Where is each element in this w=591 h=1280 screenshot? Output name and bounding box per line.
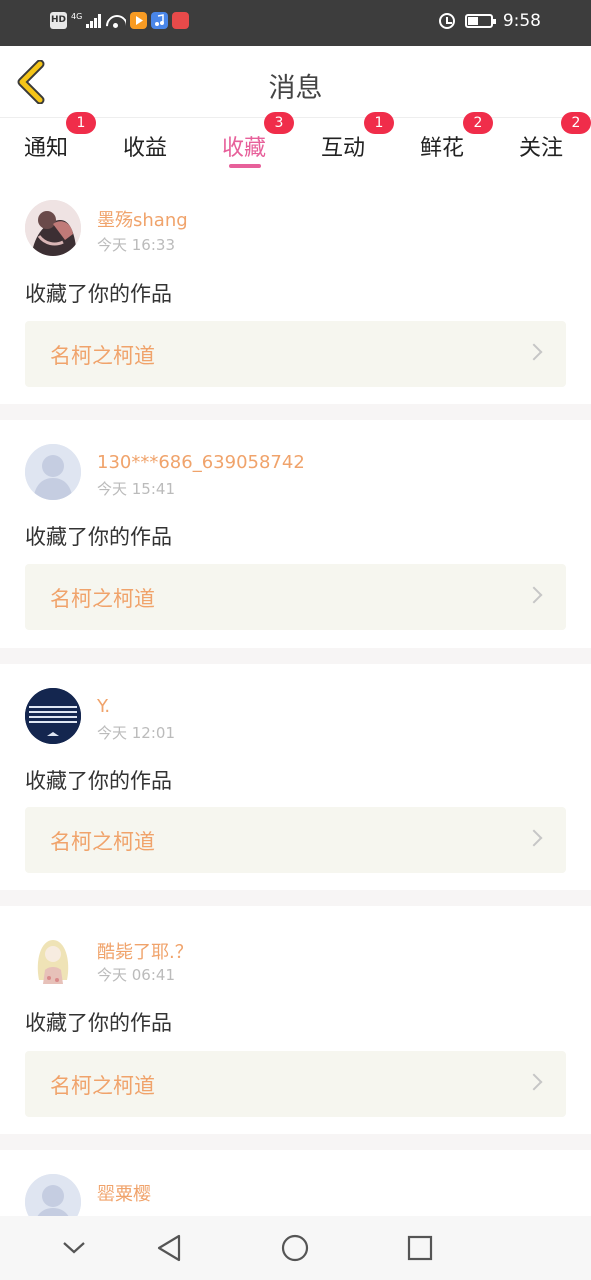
tab-label: 通知	[24, 136, 69, 161]
clock: 9:58	[502, 11, 541, 31]
badge-favorites: 3	[264, 112, 294, 134]
username[interactable]: 墨殇shang	[97, 206, 188, 232]
username[interactable]: 酷毙了耶.？	[97, 938, 193, 964]
video-app-icon	[130, 12, 148, 29]
username[interactable]: 罂粟樱	[97, 1180, 151, 1206]
tab-notifications[interactable]: 通知	[24, 130, 68, 162]
username[interactable]: Y.	[97, 696, 110, 717]
timestamp: 今天 15:41	[97, 480, 175, 498]
status-bar: HD 4G 9:58	[0, 0, 591, 46]
recents-square-icon	[407, 1235, 433, 1261]
list-item: 罂粟樱	[0, 1150, 591, 1216]
tab-label: 鲜花	[420, 136, 465, 161]
tab-interactions[interactable]: 互动	[321, 130, 365, 162]
badge-notifications: 1	[66, 112, 96, 134]
work-link[interactable]: 名柯之柯道	[25, 321, 566, 387]
avatar[interactable]	[25, 688, 81, 744]
work-link[interactable]: 名柯之柯道	[25, 1051, 566, 1117]
status-right-icons: 9:58	[438, 11, 541, 31]
signal-icon	[86, 13, 102, 28]
list-item: 130***686_639058742 今天 15:41 收藏了你的作品 名柯之…	[0, 420, 591, 648]
work-title: 名柯之柯道	[50, 830, 155, 854]
avatar[interactable]	[25, 1174, 81, 1216]
red-app-icon	[172, 12, 190, 29]
network-type: 4G	[71, 12, 83, 21]
badge-interactions: 1	[364, 112, 394, 134]
tab-label: 收藏	[222, 136, 267, 161]
badge-flowers: 2	[463, 112, 493, 134]
alarm-icon	[438, 13, 455, 29]
page-title: 消息	[268, 73, 323, 104]
home-circle-icon	[281, 1234, 309, 1262]
chevron-right-icon	[525, 586, 543, 604]
work-title: 名柯之柯道	[50, 344, 155, 368]
header-bar: 消息	[0, 46, 591, 118]
work-link[interactable]: 名柯之柯道	[25, 807, 566, 873]
tab-label: 互动	[321, 136, 366, 161]
hd-indicator: HD	[50, 12, 67, 29]
tab-earnings[interactable]: 收益	[123, 130, 167, 162]
username[interactable]: 130***686_639058742	[97, 452, 305, 473]
action-text: 收藏了你的作品	[25, 282, 172, 306]
battery-icon	[464, 14, 496, 28]
divider	[0, 648, 591, 664]
system-nav-bar	[0, 1216, 591, 1280]
avatar[interactable]	[25, 200, 81, 256]
divider	[0, 1134, 591, 1150]
badge-following: 2	[561, 112, 591, 134]
collapse-chevron-icon	[63, 1242, 85, 1254]
action-text: 收藏了你的作品	[25, 1011, 172, 1035]
chevron-right-icon	[525, 1073, 543, 1091]
recents-nav-button[interactable]	[390, 1216, 450, 1280]
timestamp: 今天 16:33	[97, 236, 175, 254]
list-item: 墨殇shang 今天 16:33 收藏了你的作品 名柯之柯道	[0, 180, 591, 404]
work-title: 名柯之柯道	[50, 587, 155, 611]
tab-label: 关注	[519, 136, 564, 161]
home-nav-button[interactable]	[265, 1216, 325, 1280]
timestamp: 今天 12:01	[97, 724, 175, 742]
chevron-right-icon	[525, 829, 543, 847]
work-link[interactable]: 名柯之柯道	[25, 564, 566, 630]
tab-favorites[interactable]: 收藏	[222, 130, 266, 162]
tab-flowers[interactable]: 鲜花	[420, 130, 464, 162]
tab-label: 收益	[123, 136, 168, 161]
avatar[interactable]	[25, 930, 81, 986]
avatar[interactable]	[25, 444, 81, 500]
music-app-icon	[151, 12, 169, 29]
work-title: 名柯之柯道	[50, 1074, 155, 1098]
tab-bar: 通知 1 收益 收藏 3 互动 1 鲜花 2 关注 2	[0, 112, 591, 178]
list-item: 酷毙了耶.？ 今天 06:41 收藏了你的作品 名柯之柯道	[0, 906, 591, 1134]
status-left-icons: HD 4G	[50, 12, 190, 29]
action-text: 收藏了你的作品	[25, 525, 172, 549]
timestamp: 今天 06:41	[97, 966, 175, 984]
back-nav-button[interactable]	[139, 1216, 199, 1280]
collapse-button[interactable]	[44, 1216, 104, 1280]
active-tab-indicator	[229, 164, 261, 168]
action-text: 收藏了你的作品	[25, 769, 172, 793]
divider	[0, 404, 591, 420]
tab-following[interactable]: 关注	[519, 130, 563, 162]
wifi-icon	[106, 13, 126, 29]
chevron-right-icon	[525, 343, 543, 361]
list-item: Y. 今天 12:01 收藏了你的作品 名柯之柯道	[0, 664, 591, 889]
back-triangle-icon	[157, 1234, 181, 1262]
divider	[0, 890, 591, 906]
